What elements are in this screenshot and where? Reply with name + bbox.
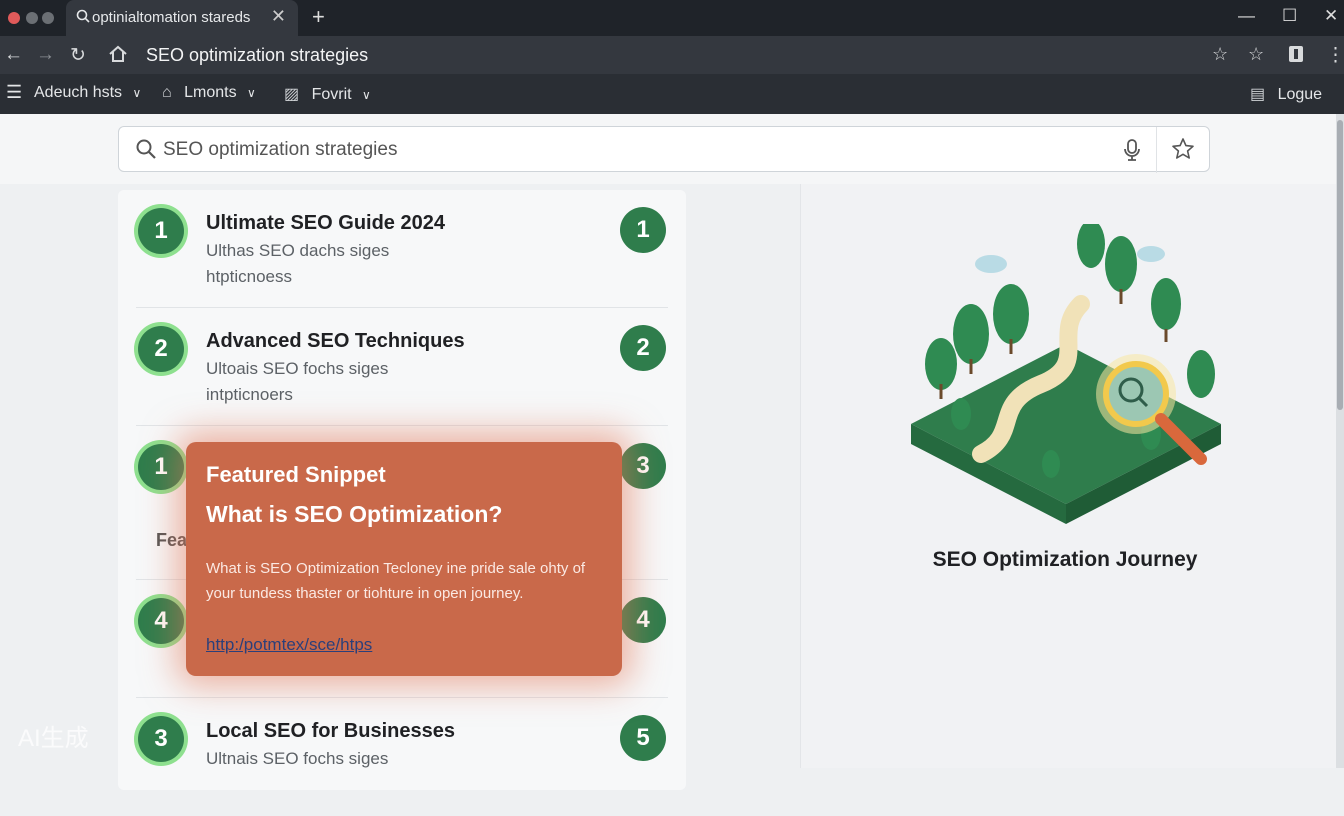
rank-badge: 1: [138, 208, 184, 254]
active-tab[interactable]: optinialtomation stareds ✕: [66, 0, 298, 36]
star-icon[interactable]: [1171, 137, 1195, 166]
back-icon[interactable]: ←: [4, 44, 23, 66]
featured-snippet-card: Featured Snippet What is SEO Optimizatio…: [186, 442, 622, 676]
address-bar: ← → ↻ SEO optimization strategies ☆ ☆ ⋮: [0, 36, 1344, 74]
result-desc: intpticnoers: [206, 385, 293, 404]
home-icon[interactable]: [108, 45, 128, 69]
list-item[interactable]: 1 Ultimate SEO Guide 2024 Ulthas SEO dac…: [118, 190, 686, 308]
tab-title: optinialtomation stareds: [92, 9, 251, 26]
scrollbar-thumb[interactable]: [1337, 120, 1343, 410]
close-window-dot[interactable]: [8, 12, 20, 24]
result-title[interactable]: Ultimate SEO Guide 2024: [206, 212, 445, 235]
maximize-icon[interactable]: ☐: [1282, 6, 1297, 26]
result-desc: htpticnoess: [206, 267, 292, 286]
rank-badge: 2: [620, 325, 666, 371]
list-item[interactable]: 3 Local SEO for Businesses Ultnais SEO f…: [118, 698, 686, 816]
snippet-question: What is SEO Optimization?: [206, 501, 503, 527]
knowledge-panel: SEO Optimization Journey: [800, 184, 1336, 768]
rank-badge: 3: [620, 443, 666, 489]
snippet-heading: Featured Snippet: [206, 462, 386, 487]
chevron-down-icon: ∨: [132, 86, 142, 100]
menu-kebab-icon[interactable]: ⋮: [1326, 44, 1344, 67]
bookmark-item[interactable]: Adeuch hsts ∨: [34, 84, 141, 102]
rank-badge: 5: [620, 715, 666, 761]
forward-icon[interactable]: →: [36, 44, 55, 66]
image-icon: ▨: [284, 86, 300, 103]
result-title[interactable]: Advanced SEO Techniques: [206, 330, 465, 353]
url-field[interactable]: SEO optimization strategies: [136, 40, 1276, 70]
chevron-down-icon: ∨: [247, 86, 256, 100]
search-area: SEO optimization strategies: [0, 114, 1336, 184]
reading-list-icon: ▤: [1250, 86, 1266, 103]
seo-journey-illustration: [911, 224, 1221, 524]
bookmark-star-icon[interactable]: ☆: [1212, 44, 1228, 65]
search-query: SEO optimization strategies: [163, 139, 398, 160]
partial-label: Fea: [156, 530, 188, 550]
result-title[interactable]: Local SEO for Businesses: [206, 720, 455, 743]
bookmark-label: Lmonts: [184, 84, 237, 101]
maximize-window-dot[interactable]: [42, 12, 54, 24]
result-desc: Ulthas SEO dachs siges: [206, 241, 390, 260]
rank-badge: 2: [138, 326, 184, 372]
tab-bar: optinialtomation stareds ✕ + — ☐ ✕: [0, 0, 1344, 36]
chevron-down-icon: ∨: [362, 88, 371, 102]
snippet-body: What is SEO Optimization Tecloney ine pr…: [206, 560, 586, 602]
reading-list-item[interactable]: ▤ Logue: [1250, 84, 1322, 104]
close-icon[interactable]: ✕: [1324, 6, 1338, 26]
search-icon: [135, 138, 157, 165]
bookmarks-menu-icon[interactable]: ☰: [6, 82, 22, 103]
reading-list-label: Logue: [1277, 86, 1323, 103]
search-divider: [1156, 127, 1157, 173]
result-desc: Ultoais SEO fochs siges: [206, 359, 389, 378]
bookmark-label: Adeuch hsts: [34, 84, 123, 101]
extension-icon[interactable]: [1288, 45, 1304, 69]
bookmark-label: Fovrit: [311, 86, 352, 103]
search-icon: [76, 9, 90, 27]
search-input[interactable]: SEO optimization strategies: [118, 126, 1210, 173]
result-desc: Ultnais SEO fochs siges: [206, 749, 389, 768]
reload-icon[interactable]: ↻: [70, 44, 86, 67]
illustration-caption: SEO Optimization Journey: [932, 548, 1198, 571]
snippet-link[interactable]: http:/potmtex/sce/htps: [206, 635, 372, 655]
minimize-window-dot[interactable]: [26, 12, 38, 24]
rank-badge: 1: [620, 207, 666, 253]
rank-badge: 1: [138, 444, 184, 490]
minimize-icon[interactable]: —: [1238, 6, 1255, 26]
rank-badge: 4: [620, 597, 666, 643]
list-item[interactable]: 2 Advanced SEO Techniques Ultoais SEO fo…: [118, 308, 686, 426]
new-tab-button[interactable]: +: [312, 4, 325, 30]
rank-badge: 3: [138, 716, 184, 762]
close-tab-icon[interactable]: ✕: [271, 6, 286, 27]
microphone-icon[interactable]: [1121, 138, 1143, 167]
watermark-label: AI生成: [18, 725, 89, 752]
bookmarks-bar: ☰ Adeuch hsts ∨ ⌂ Lmonts ∨ ▨ Fovrit ∨ ▤ …: [0, 74, 1344, 114]
rank-badge: 4: [138, 598, 184, 644]
bookmark-item[interactable]: ⌂ Lmonts ∨: [162, 84, 256, 102]
bookmark-item[interactable]: ▨ Fovrit ∨: [284, 84, 371, 104]
home-icon: ⌂: [162, 84, 172, 101]
star-icon[interactable]: ☆: [1248, 44, 1264, 65]
